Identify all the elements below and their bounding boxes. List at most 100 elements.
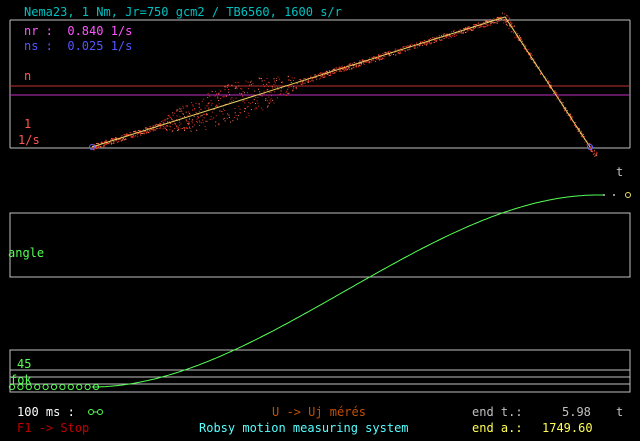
speed-sample-point bbox=[384, 52, 386, 54]
speed-sample-point bbox=[162, 120, 164, 122]
speed-sample-point bbox=[308, 81, 309, 83]
speed-sample-point bbox=[308, 79, 310, 81]
speed-sample-point bbox=[169, 125, 171, 127]
speed-sample-point bbox=[217, 96, 219, 98]
speed-sample-point bbox=[358, 66, 360, 68]
speed-sample-point bbox=[130, 132, 132, 134]
time-scale-symbol-icon bbox=[88, 409, 103, 415]
speed-sample-point bbox=[257, 102, 259, 104]
speed-sample-point bbox=[346, 69, 348, 70]
speed-sample-point bbox=[468, 29, 469, 31]
speed-sample-point bbox=[335, 70, 337, 72]
speed-sample-point bbox=[111, 137, 113, 139]
speed-sample-point bbox=[363, 64, 365, 66]
speed-sample-point bbox=[411, 43, 413, 45]
speed-sample-point bbox=[328, 75, 330, 77]
speed-sample-point bbox=[172, 112, 174, 114]
speed-sample-point bbox=[254, 90, 256, 92]
speed-sample-point bbox=[97, 145, 99, 147]
speed-sample-point bbox=[556, 94, 558, 96]
speed-sample-point bbox=[100, 142, 102, 144]
speed-sample-point bbox=[150, 130, 152, 132]
speed-sample-point bbox=[466, 27, 467, 29]
lower-unit-label: fok bbox=[10, 373, 32, 387]
speed-sample-point bbox=[268, 86, 270, 88]
speed-sample-point bbox=[449, 35, 451, 37]
speed-sample-point bbox=[103, 145, 105, 147]
speed-sample-point bbox=[510, 21, 512, 23]
speed-sample-point bbox=[422, 44, 424, 46]
speed-sample-point bbox=[257, 97, 259, 98]
speed-sample-point bbox=[176, 126, 178, 128]
speed-sample-point bbox=[134, 130, 136, 132]
speed-sample-point bbox=[530, 53, 532, 55]
speed-sample-point bbox=[179, 111, 181, 112]
speed-sample-point bbox=[156, 128, 158, 130]
speed-sample-point bbox=[558, 96, 560, 98]
speed-sample-point bbox=[447, 35, 449, 37]
speed-sample-point bbox=[169, 122, 171, 124]
speed-sample-point bbox=[165, 126, 167, 128]
speed-sample-point bbox=[178, 129, 179, 131]
speed-sample-point bbox=[570, 113, 571, 115]
speed-sample-point bbox=[389, 54, 390, 56]
speed-sample-point bbox=[265, 98, 267, 100]
speed-sample-point bbox=[196, 121, 198, 123]
speed-sample-point bbox=[121, 139, 123, 141]
speed-sample-point bbox=[200, 122, 202, 124]
speed-sample-point bbox=[183, 127, 185, 129]
speed-sample-point bbox=[336, 67, 338, 69]
speed-sample-point bbox=[441, 34, 443, 36]
speed-sample-point bbox=[402, 46, 404, 48]
speed-sample-point bbox=[531, 55, 533, 56]
speed-sample-point bbox=[293, 86, 295, 88]
speed-sample-point bbox=[203, 117, 205, 119]
speed-sample-point bbox=[109, 142, 110, 143]
speed-sample-point bbox=[270, 101, 272, 103]
speed-sample-point bbox=[369, 57, 371, 59]
stop-hint[interactable]: F1 -> Stop bbox=[17, 421, 89, 435]
speed-sample-point bbox=[164, 119, 166, 121]
speed-sample-point bbox=[171, 130, 173, 132]
speed-sample-point bbox=[287, 76, 289, 78]
new-measurement-hint[interactable]: U -> Uj mérés bbox=[272, 405, 366, 419]
speed-sample-point bbox=[432, 37, 434, 39]
speed-sample-point bbox=[242, 91, 244, 93]
speed-sample-point bbox=[108, 143, 110, 145]
speed-sample-point bbox=[302, 83, 304, 85]
speed-sample-point bbox=[362, 59, 364, 61]
speed-sample-point bbox=[143, 133, 145, 135]
speed-sample-point bbox=[251, 80, 253, 82]
speed-sample-point bbox=[215, 93, 217, 95]
motion-measure-screen: Nema23, 1 Nm, Jr=750 gcm2 / TB6560, 1600… bbox=[0, 0, 640, 441]
speed-sample-point bbox=[157, 128, 159, 130]
speed-sample-point bbox=[268, 102, 270, 104]
speed-sample-point bbox=[516, 33, 518, 35]
speed-sample-point bbox=[477, 27, 479, 29]
speed-sample-point bbox=[176, 109, 178, 111]
speed-sample-point bbox=[383, 58, 385, 60]
speed-sample-point bbox=[470, 29, 472, 31]
speed-sample-point bbox=[265, 99, 267, 101]
speed-sample-point bbox=[416, 47, 418, 49]
speed-sample-point bbox=[293, 88, 295, 90]
speed-sample-point bbox=[201, 100, 203, 102]
speed-sample-point bbox=[177, 129, 178, 131]
speed-sample-point bbox=[533, 58, 535, 60]
speed-sample-point bbox=[317, 73, 319, 75]
speed-sample-point bbox=[575, 126, 577, 128]
speed-sample-point bbox=[234, 108, 236, 109]
speed-sample-point bbox=[196, 118, 198, 120]
speed-sample-point bbox=[277, 89, 279, 91]
speed-sample-point bbox=[467, 26, 469, 28]
speed-sample-point bbox=[302, 82, 304, 84]
speed-sample-point bbox=[316, 78, 318, 80]
speed-sample-point bbox=[263, 80, 265, 82]
speed-sample-point bbox=[343, 68, 345, 70]
speed-sample-point bbox=[428, 42, 430, 44]
position-dot-icon bbox=[50, 383, 58, 391]
speed-sample-point bbox=[371, 56, 373, 58]
speed-sample-point bbox=[200, 115, 202, 117]
speed-sample-point bbox=[330, 75, 331, 76]
speed-sample-point bbox=[272, 87, 274, 89]
